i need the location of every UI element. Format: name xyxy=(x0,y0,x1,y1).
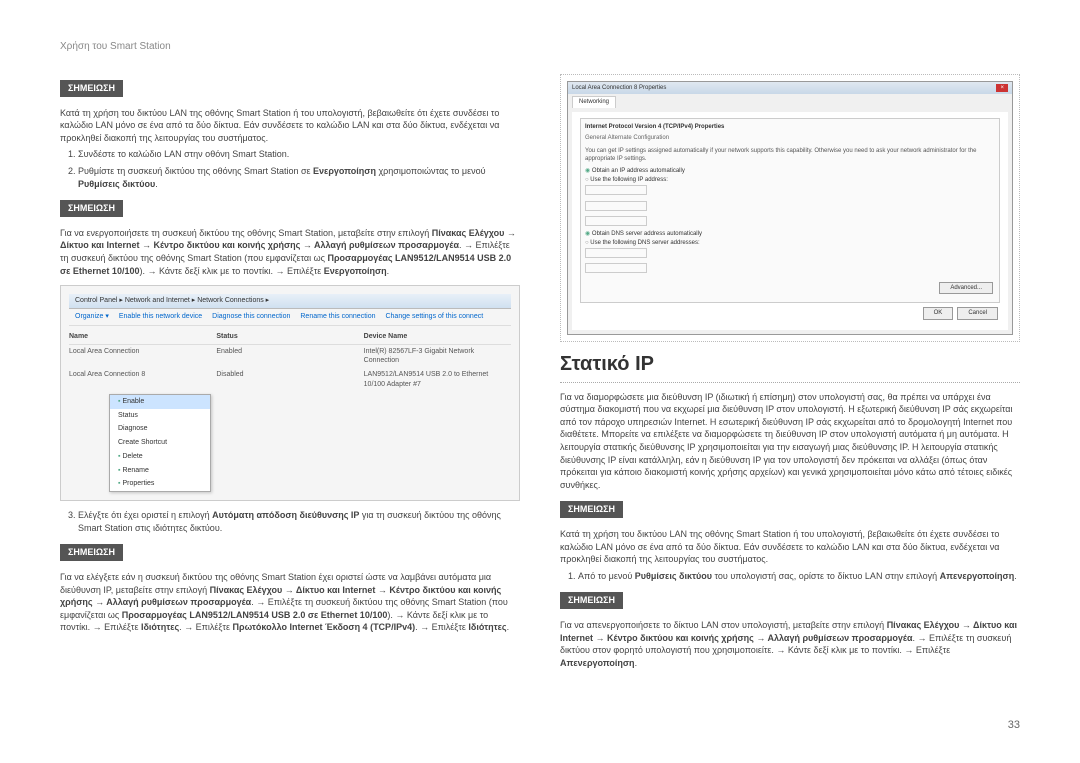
right-column: Local Area Connection 8 Properties× Netw… xyxy=(560,74,1020,673)
step-2: Ρυθμίστε τη συσκευή δικτύου της οθόνης S… xyxy=(78,165,520,190)
note-text: Για να ελέγξετε εάν η συσκευή δικτύου τη… xyxy=(60,571,520,634)
page-header: Χρήση του Smart Station xyxy=(60,40,1020,54)
note-label: ΣΗΜΕΙΩΣΗ xyxy=(560,592,623,609)
step-3: Ελέγξτε ότι έχει οριστεί η επιλογή Αυτόμ… xyxy=(78,509,520,534)
note-text: Για να απενεργοποιήσετε το δίκτυο LAN στ… xyxy=(560,619,1020,669)
note-label: ΣΗΜΕΙΩΣΗ xyxy=(560,501,623,518)
toolbar: Organize ▾Enable this network deviceDiag… xyxy=(69,309,511,326)
section-title: Στατικό IP xyxy=(560,350,1020,383)
screenshot-ip-properties: Local Area Connection 8 Properties× Netw… xyxy=(560,74,1020,342)
context-menu: Enable Status Diagnose Create Shortcut D… xyxy=(109,394,211,493)
note-label: ΣΗΜΕΙΩΣΗ xyxy=(60,200,123,217)
note-text: Για να ενεργοποιήσετε τη συσκευή δικτύου… xyxy=(60,227,520,277)
screenshot-network-connections: Control Panel ▸ Network and Internet ▸ N… xyxy=(60,285,520,501)
note-label: ΣΗΜΕΙΩΣΗ xyxy=(60,80,123,97)
page-number: 33 xyxy=(1008,718,1020,733)
intro-text: Για να διαμορφώσετε μια διεύθυνση IP (ιδ… xyxy=(560,391,1020,492)
close-icon: × xyxy=(996,84,1008,92)
note-text: Κατά τη χρήση του δικτύου LAN της οθόνης… xyxy=(560,528,1020,566)
note-label: ΣΗΜΕΙΩΣΗ xyxy=(60,544,123,561)
breadcrumb: Control Panel ▸ Network and Internet ▸ N… xyxy=(69,294,511,309)
left-column: ΣΗΜΕΙΩΣΗ Κατά τη χρήση του δικτύου LAN τ… xyxy=(60,74,520,673)
step-1: Συνδέστε το καλώδιο LAN στην οθόνη Smart… xyxy=(78,148,520,161)
intro-text: Κατά τη χρήση του δικτύου LAN της οθόνης… xyxy=(60,107,520,145)
step-1: Από το μενού Ρυθμίσεις δικτύου του υπολο… xyxy=(578,570,1020,583)
